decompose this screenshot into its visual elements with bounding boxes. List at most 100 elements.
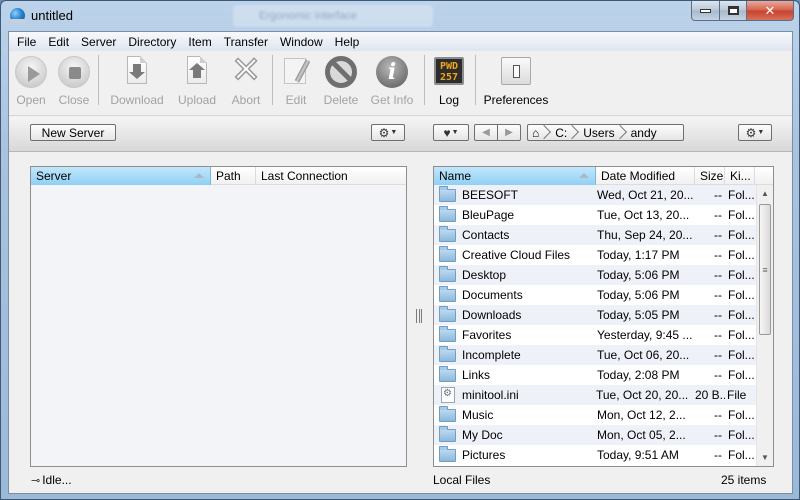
file-kind: Fol...: [728, 328, 755, 342]
new-server-button[interactable]: New Server: [30, 124, 116, 141]
abort-label: Abort: [231, 93, 261, 107]
abort-button[interactable]: ✕ Abort: [219, 50, 273, 107]
folder-icon: [439, 425, 456, 442]
file-size: --: [714, 248, 722, 262]
pencil-icon: [284, 58, 311, 84]
download-button[interactable]: Download: [110, 55, 164, 107]
file-row[interactable]: BEESOFT Wed, Oct 21, 20... -- Fol...: [434, 185, 756, 205]
maximize-button[interactable]: [720, 1, 747, 21]
settings-file-icon: [441, 387, 455, 403]
column-server[interactable]: Server: [31, 167, 211, 185]
breadcrumb-item[interactable]: andy: [627, 125, 661, 140]
file-row[interactable]: Desktop Today, 5:06 PM -- Fol...: [434, 265, 756, 285]
breadcrumb-separator: [619, 125, 627, 140]
upload-icon: [187, 56, 207, 84]
menu-server[interactable]: Server: [75, 35, 122, 49]
file-kind: Fol...: [728, 188, 755, 202]
column-name[interactable]: Name: [434, 167, 596, 185]
delete-button[interactable]: Delete: [314, 55, 368, 107]
upload-button[interactable]: Upload: [170, 55, 224, 107]
file-row[interactable]: My Doc Mon, Oct 05, 2... -- Fol...: [434, 425, 756, 445]
navigation-bar: New Server ⚙ ▼ ♥ ▼ ◀ ▶ ⌂ C: Users andy ⚙ ▼: [9, 117, 792, 152]
file-name: Links: [462, 368, 491, 382]
file-row[interactable]: Links Today, 2:08 PM -- Fol...: [434, 365, 756, 385]
close-button[interactable]: Close: [47, 55, 101, 107]
menu-file[interactable]: File: [11, 35, 42, 49]
file-name: Pictures: [462, 448, 506, 462]
close-window-button[interactable]: ✕: [747, 1, 794, 21]
left-action-menu-button[interactable]: ⚙ ▼: [371, 124, 405, 141]
column-last-connection[interactable]: Last Connection: [256, 167, 406, 185]
forward-button[interactable]: ▶: [497, 124, 521, 141]
folder-icon: [439, 185, 456, 202]
title-bar[interactable]: untitled Ergonomic interface ✕: [1, 1, 799, 31]
favorites-button[interactable]: ♥ ▼: [433, 124, 469, 141]
scrollbar-thumb[interactable]: ≡: [759, 204, 771, 335]
file-name: Downloads: [462, 308, 522, 322]
scroll-up-icon[interactable]: ▲: [757, 185, 773, 202]
minimize-button[interactable]: [691, 1, 720, 21]
panel-splitter-handle[interactable]: [415, 309, 423, 323]
file-name: BEESOFT: [462, 188, 519, 202]
edit-label: Edit: [285, 93, 307, 107]
download-icon: [127, 56, 147, 84]
menu-item[interactable]: Item: [182, 35, 217, 49]
right-action-menu-button[interactable]: ⚙ ▼: [738, 124, 772, 141]
log-icon-text: 257: [439, 72, 459, 83]
file-date-modified: Tue, Oct 20, 20...: [596, 388, 689, 402]
switch-icon: [501, 57, 531, 85]
file-row[interactable]: Documents Today, 5:06 PM -- Fol...: [434, 285, 756, 305]
background-window-title: Ergonomic interface: [259, 10, 357, 22]
file-kind: Fol...: [728, 348, 755, 362]
file-size: 20 B...: [695, 388, 725, 402]
scroll-down-icon[interactable]: ▼: [757, 449, 773, 466]
file-row[interactable]: Contacts Thu, Sep 24, 20... -- Fol...: [434, 225, 756, 245]
file-name: Favorites: [462, 328, 512, 342]
vertical-scrollbar[interactable]: ▲ ≡ ▼: [756, 185, 773, 466]
back-button[interactable]: ◀: [474, 124, 498, 141]
close-label: Close: [58, 93, 90, 107]
folder-icon: [439, 245, 456, 262]
preferences-button[interactable]: Preferences: [483, 55, 549, 107]
file-row[interactable]: Pictures Today, 9:51 AM -- Fol...: [434, 445, 756, 465]
file-row[interactable]: minitool.ini Tue, Oct 20, 20... 20 B...Fil…: [434, 385, 756, 405]
file-date-modified: Today, 5:06 PM: [597, 268, 680, 282]
file-name: Desktop: [462, 268, 507, 282]
file-kind: Fol...: [728, 308, 755, 322]
menu-directory[interactable]: Directory: [122, 35, 182, 49]
file-row[interactable]: Incomplete Tue, Oct 06, 20... -- Fol...: [434, 345, 756, 365]
file-size: --: [714, 408, 722, 422]
file-row[interactable]: Downloads Today, 5:05 PM -- Fol...: [434, 305, 756, 325]
file-row[interactable]: Favorites Yesterday, 9:45 ... -- Fol...: [434, 325, 756, 345]
log-button[interactable]: PWD 257 Log: [422, 55, 476, 107]
file-row[interactable]: Creative Cloud Files Today, 1:17 PM -- Fol.…: [434, 245, 756, 265]
column-kind[interactable]: Ki...: [725, 167, 755, 185]
file-date-modified: Wed, Oct 21, 20...: [597, 188, 694, 202]
menu-transfer[interactable]: Transfer: [218, 35, 274, 49]
status-text: Idle...: [42, 473, 72, 487]
file-kind: Fol...: [728, 368, 755, 382]
get-info-button[interactable]: i Get Info: [365, 55, 419, 107]
folder-icon: [439, 205, 456, 222]
file-size: --: [714, 368, 722, 382]
folder-icon: [439, 445, 456, 462]
menu-window[interactable]: Window: [274, 35, 329, 49]
window-title: untitled: [31, 8, 73, 23]
file-size: --: [714, 328, 722, 342]
file-size: --: [714, 208, 722, 222]
menu-edit[interactable]: Edit: [42, 35, 75, 49]
file-row[interactable]: BleuPage Tue, Oct 13, 20... -- Fol...: [434, 205, 756, 225]
sort-ascending-icon: [194, 173, 204, 178]
info-icon: i: [376, 56, 408, 88]
column-date-modified[interactable]: Date Modified: [596, 167, 695, 185]
get-info-label: Get Info: [370, 93, 414, 107]
column-size[interactable]: Size: [695, 167, 725, 185]
file-table-header: Name Date Modified Size Ki...: [434, 167, 773, 185]
x-icon: ✕: [230, 50, 262, 91]
menu-help[interactable]: Help: [329, 35, 366, 49]
file-row[interactable]: Music Mon, Oct 12, 2... -- Fol...: [434, 405, 756, 425]
toolbar-separator: [98, 55, 99, 105]
toolbar: Open Close Download Upload ✕ Abort Edit …: [9, 51, 792, 116]
column-path[interactable]: Path: [211, 167, 256, 185]
file-table: Name Date Modified Size Ki... BEESOFT Wed…: [433, 166, 774, 467]
